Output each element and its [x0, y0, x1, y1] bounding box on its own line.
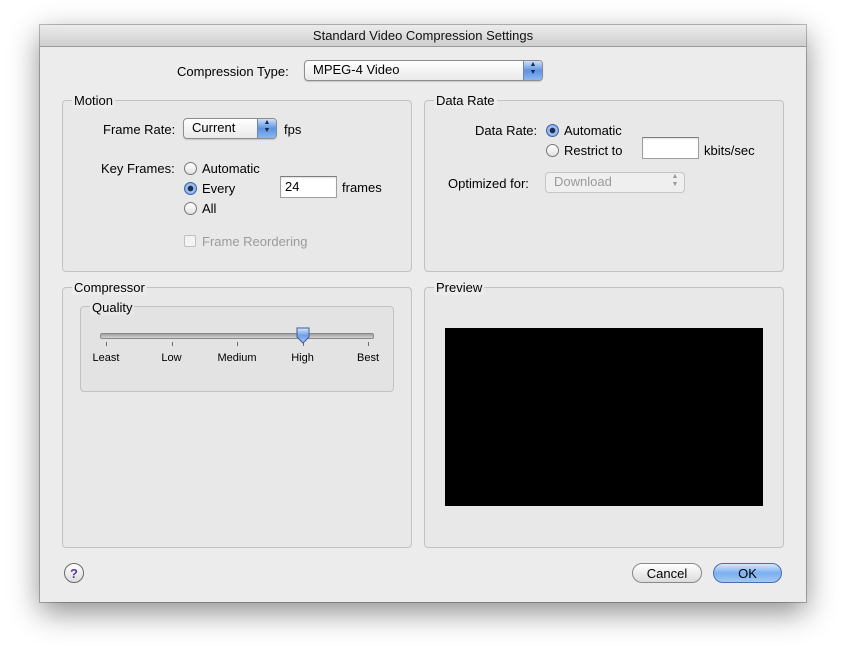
ok-button[interactable]: OK — [713, 563, 782, 583]
quality-level-medium: Medium — [217, 352, 257, 364]
preview-group-title: Preview — [434, 280, 485, 295]
quality-level-high: High — [291, 352, 314, 364]
key-frames-every-label: Every — [202, 181, 236, 196]
quality-slider-track — [100, 333, 374, 339]
data-rate-automatic-label: Automatic — [564, 123, 622, 138]
key-frames-unit: frames — [342, 180, 382, 195]
frame-rate-value: Current — [192, 120, 236, 135]
quality-tick — [368, 342, 369, 346]
quality-group — [80, 306, 394, 392]
quality-tick — [237, 342, 238, 346]
popup-arrows-icon: ▲ ▼ — [523, 61, 542, 80]
compression-type-label: Compression Type: — [177, 64, 289, 79]
data-rate-label: Data Rate: — [475, 123, 538, 138]
data-rate-restrict-radio[interactable] — [546, 144, 559, 157]
compression-type-popup[interactable]: MPEG-4 Video ▲ ▼ — [304, 60, 543, 81]
frame-reordering-checkbox[interactable] — [184, 235, 196, 247]
key-frames-automatic-radio[interactable] — [184, 162, 197, 175]
key-frames-automatic-label: Automatic — [202, 161, 260, 176]
optimized-for-value: Download — [554, 174, 612, 189]
optimized-for-popup[interactable]: Download ▲ ▼ — [545, 172, 685, 193]
key-frames-all-radio[interactable] — [184, 202, 197, 215]
frame-rate-unit: fps — [284, 122, 302, 137]
popup-arrows-icon: ▲ ▼ — [671, 173, 679, 188]
data-rate-unit: kbits/sec — [704, 143, 755, 158]
quality-group-title: Quality — [90, 300, 135, 315]
compressor-group-title: Compressor — [72, 280, 147, 295]
quality-slider-knob[interactable] — [296, 327, 310, 344]
data-rate-group-title: Data Rate — [434, 93, 497, 108]
window-title: Standard Video Compression Settings — [40, 25, 806, 47]
quality-tick — [171, 342, 173, 346]
quality-level-best: Best — [356, 352, 380, 364]
quality-tick — [106, 342, 107, 346]
data-rate-automatic-radio[interactable] — [546, 124, 559, 137]
frame-rate-label: Frame Rate: — [103, 122, 176, 137]
help-button[interactable]: ? — [64, 563, 84, 583]
frame-rate-popup[interactable]: Current ▲ ▼ — [183, 118, 277, 139]
compression-type-value: MPEG-4 Video — [313, 62, 400, 77]
key-frames-every-input[interactable]: 24 — [280, 176, 337, 198]
key-frames-label: Key Frames: — [101, 161, 175, 176]
preview-image — [445, 328, 763, 506]
quality-level-least: Least — [92, 352, 120, 364]
frame-reordering-label: Frame Reordering — [202, 234, 308, 249]
key-frames-all-label: All — [202, 201, 217, 216]
data-rate-restrict-label: Restrict to — [564, 143, 623, 158]
quality-level-low: Low — [161, 352, 182, 364]
data-rate-restrict-input[interactable] — [642, 137, 699, 159]
optimized-for-label: Optimized for: — [448, 176, 529, 191]
popup-arrows-icon: ▲ ▼ — [257, 119, 276, 138]
compression-settings-dialog: Standard Video Compression Settings Comp… — [40, 25, 806, 602]
motion-group-title: Motion — [72, 93, 116, 108]
cancel-button[interactable]: Cancel — [632, 563, 702, 583]
key-frames-every-radio[interactable] — [184, 182, 197, 195]
